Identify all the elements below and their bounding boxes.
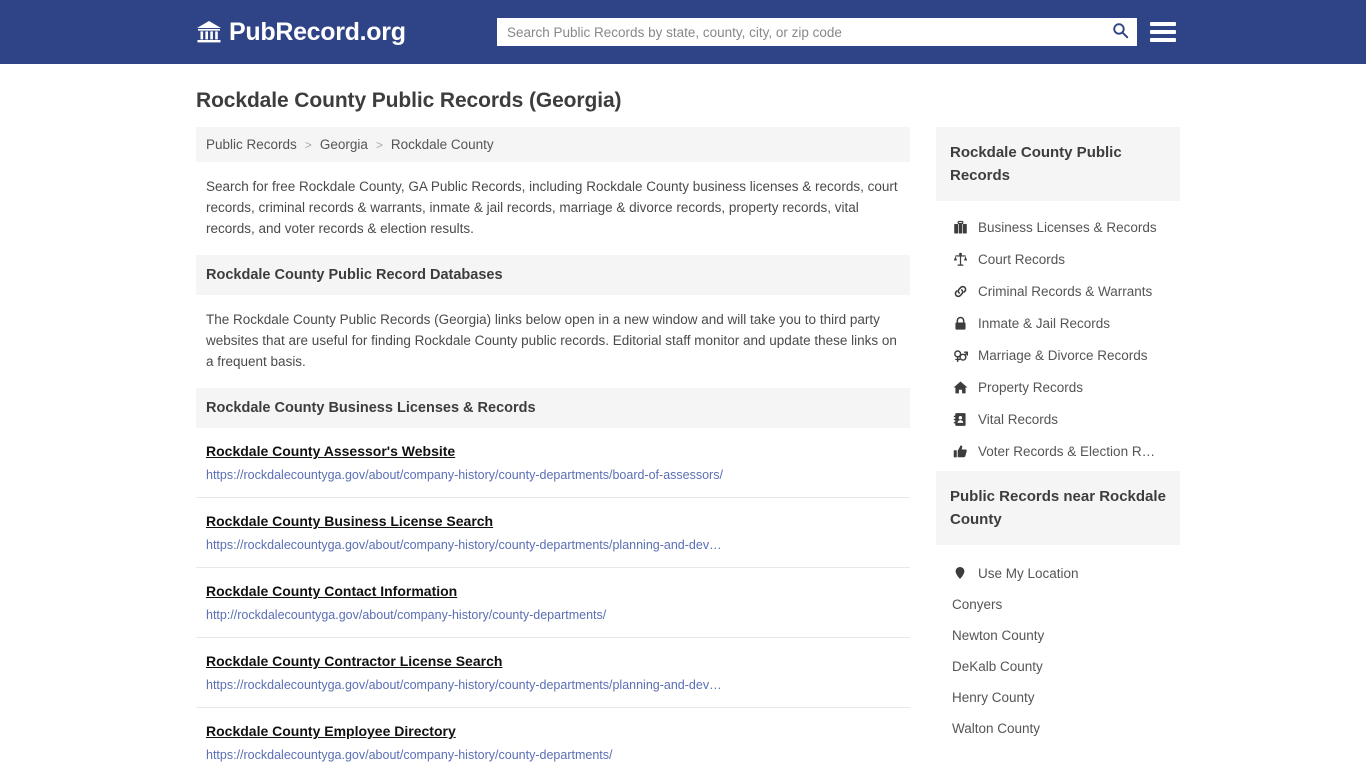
sidebar-item-label: Conyers: [952, 597, 1003, 612]
sidebar-panel-nearby: Public Records near Rockdale County Use …: [936, 471, 1180, 744]
business-links-list: Rockdale County Assessor's Website https…: [196, 428, 910, 768]
list-item[interactable]: Rockdale County Contact Information http…: [196, 568, 910, 638]
record-link-url: https://rockdalecountyga.gov/about/compa…: [206, 538, 722, 552]
sidebar-item-inmate-jail-records[interactable]: Inmate & Jail Records: [936, 307, 1180, 339]
record-link-title[interactable]: Rockdale County Contact Information: [206, 582, 457, 601]
record-link-title[interactable]: Rockdale County Contractor License Searc…: [206, 652, 502, 671]
sidebar-item-henry-county[interactable]: Henry County: [936, 682, 1180, 713]
sidebar-item-newton-county[interactable]: Newton County: [936, 620, 1180, 651]
sidebar-item-walton-county[interactable]: Walton County: [936, 713, 1180, 744]
sidebar-item-property-records[interactable]: Property Records: [936, 371, 1180, 403]
brand-name: PubRecord.org: [229, 17, 406, 46]
list-item[interactable]: Rockdale County Employee Directory https…: [196, 708, 910, 768]
sidebar-item-label: Voter Records & Election R…: [978, 443, 1156, 459]
record-link-url: http://rockdalecountyga.gov/about/compan…: [206, 608, 607, 622]
sidebar-item-voter-records[interactable]: Voter Records & Election R…: [936, 435, 1180, 467]
sidebar-item-label: Henry County: [952, 690, 1035, 705]
venus-mars-icon: [952, 347, 968, 363]
record-link-title[interactable]: Rockdale County Assessor's Website: [206, 442, 455, 461]
content-columns: Public Records > Georgia > Rockdale Coun…: [196, 127, 1180, 768]
section-heading-business-licenses: Rockdale County Business Licenses & Reco…: [196, 388, 910, 428]
site-logo-link[interactable]: PubRecord.org: [196, 19, 406, 45]
sidebar-item-label: Business Licenses & Records: [978, 219, 1157, 235]
sidebar-item-label: Vital Records: [978, 411, 1059, 427]
record-link-title[interactable]: Rockdale County Employee Directory: [206, 722, 456, 741]
address-book-icon: [952, 411, 968, 427]
search-input[interactable]: [497, 18, 1103, 46]
sidebar-item-label: Walton County: [952, 721, 1041, 736]
section-heading-databases: Rockdale County Public Record Databases: [196, 255, 910, 295]
breadcrumb: Public Records > Georgia > Rockdale Coun…: [196, 127, 910, 162]
sidebar-item-court-records[interactable]: Court Records: [936, 243, 1180, 275]
sidebar-item-dekalb-county[interactable]: DeKalb County: [936, 651, 1180, 682]
sidebar-item-label: Property Records: [978, 379, 1084, 395]
intro-paragraph: Search for free Rockdale County, GA Publ…: [206, 179, 898, 236]
hamburger-menu-icon[interactable]: [1150, 19, 1176, 45]
map-pin-icon: [952, 565, 968, 581]
breadcrumb-separator: >: [375, 138, 383, 152]
breadcrumb-separator: >: [304, 138, 312, 152]
chain-link-icon: [952, 283, 968, 299]
sidebar-heading-nearby: Public Records near Rockdale County: [936, 471, 1180, 545]
record-link-url: https://rockdalecountyga.gov/about/compa…: [206, 678, 722, 692]
hamburger-bar-3: [1150, 38, 1176, 42]
house-icon: [952, 379, 968, 395]
sidebar-item-marriage-divorce-records[interactable]: Marriage & Divorce Records: [936, 339, 1180, 371]
bank-icon: [196, 19, 222, 45]
scales-icon: [952, 251, 968, 267]
sidebar: Rockdale County Public Records Business …: [936, 127, 1180, 748]
sidebar-item-label: Court Records: [978, 251, 1066, 267]
search-bar: [497, 18, 1137, 46]
sidebar-item-business-licenses[interactable]: Business Licenses & Records: [936, 211, 1180, 243]
page-title: Rockdale County Public Records (Georgia): [196, 89, 622, 112]
thumbs-up-icon: [952, 443, 968, 459]
breadcrumb-item-public-records[interactable]: Public Records: [206, 137, 297, 152]
sidebar-item-label: Criminal Records & Warrants: [978, 283, 1153, 299]
list-item[interactable]: Rockdale County Contractor License Searc…: [196, 638, 910, 708]
briefcase-icon: [952, 219, 968, 235]
databases-description: The Rockdale County Public Records (Geor…: [206, 312, 897, 369]
main-column: Public Records > Georgia > Rockdale Coun…: [196, 127, 910, 768]
sidebar-item-label: Use My Location: [978, 565, 1079, 581]
search-icon: [1112, 22, 1129, 42]
sidebar-item-criminal-records[interactable]: Criminal Records & Warrants: [936, 275, 1180, 307]
hamburger-bar-1: [1150, 22, 1176, 26]
sidebar-item-label: Marriage & Divorce Records: [978, 347, 1148, 363]
sidebar-item-label: DeKalb County: [952, 659, 1043, 674]
sidebar-item-vital-records[interactable]: Vital Records: [936, 403, 1180, 435]
sidebar-item-label: Newton County: [952, 628, 1045, 643]
sidebar-item-label: Inmate & Jail Records: [978, 315, 1111, 331]
sidebar-records-list: Business Licenses & Records Court Record…: [936, 201, 1180, 467]
sidebar-heading-records: Rockdale County Public Records: [936, 127, 1180, 201]
sidebar-item-conyers[interactable]: Conyers: [936, 589, 1180, 620]
site-header: PubRecord.org: [0, 0, 1366, 64]
hamburger-bar-2: [1150, 30, 1176, 34]
breadcrumb-item-rockdale-county[interactable]: Rockdale County: [391, 137, 494, 152]
record-link-title[interactable]: Rockdale County Business License Search: [206, 512, 493, 531]
page-container: Rockdale County Public Records (Georgia)…: [0, 64, 1366, 768]
sidebar-nearby-list: Use My Location Conyers Newton County De…: [936, 545, 1180, 744]
breadcrumb-item-georgia[interactable]: Georgia: [320, 137, 368, 152]
lock-icon: [952, 315, 968, 331]
search-button[interactable]: [1103, 18, 1137, 46]
sidebar-item-use-my-location[interactable]: Use My Location: [936, 557, 1180, 589]
record-link-url: https://rockdalecountyga.gov/about/compa…: [206, 748, 613, 762]
list-item[interactable]: Rockdale County Business License Search …: [196, 498, 910, 568]
list-item[interactable]: Rockdale County Assessor's Website https…: [196, 428, 910, 498]
sidebar-panel-records: Rockdale County Public Records Business …: [936, 127, 1180, 467]
record-link-url: https://rockdalecountyga.gov/about/compa…: [206, 468, 723, 482]
